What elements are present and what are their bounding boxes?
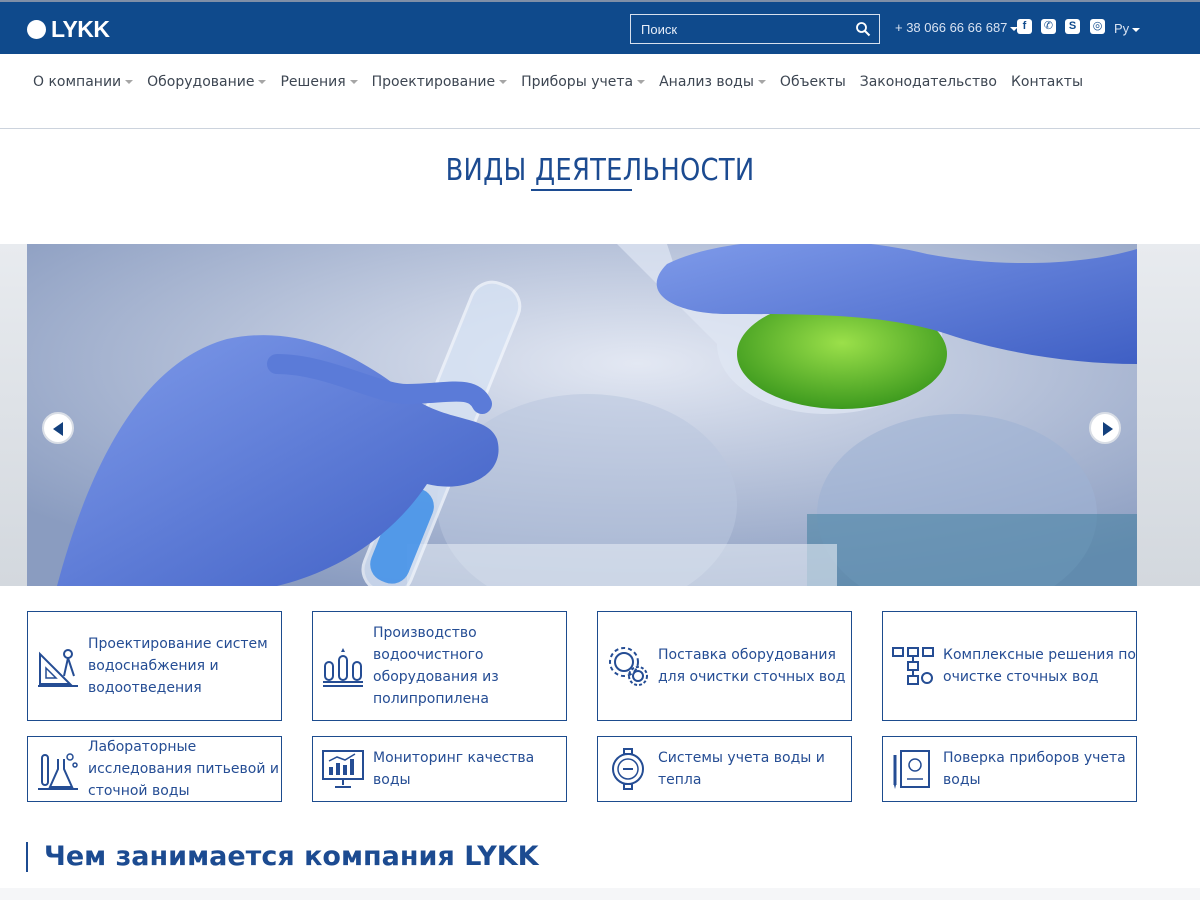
service-card[interactable]: Производство водоочистного оборудования … [312,611,567,721]
hero-slider-image [27,244,1137,586]
main-nav: О компании Оборудование Решения Проектир… [33,74,1097,90]
nav-item-label: Решения [280,74,346,90]
slider-prev-peek [0,244,27,586]
phone-dropdown[interactable]: + 38 066 66 66 687 [895,20,1019,35]
flowchart-icon [892,647,934,685]
search-icon[interactable] [855,21,871,37]
language-label: Ру [1114,21,1130,36]
nav-item-equipment[interactable]: Оборудование [147,74,267,90]
service-card-label: Мониторинг качества воды [373,750,535,788]
chevron-down-icon [637,80,646,84]
lab-flask-icon [38,753,78,790]
slider-next-peek [1137,244,1200,586]
nav-item-solutions[interactable]: Решения [280,74,358,90]
gears-icon [609,647,648,686]
nav-item-label: Объекты [779,74,846,90]
service-card[interactable]: Поверка приборов учета воды [882,736,1137,802]
logo[interactable]: LYKK [27,16,110,43]
service-card-label: Поставка оборудования для очистки сточны… [658,647,846,685]
nav-item-label: О компании [33,74,122,90]
service-card-label: Лабораторные исследования питьевой и сто… [88,739,279,799]
next-section-preview [0,888,1200,900]
monitor-chart-icon [322,750,364,788]
service-card[interactable]: Поставка оборудования для очистки сточны… [597,611,852,721]
nav-item-label: Контакты [1010,74,1084,90]
viber-icon[interactable]: ✆ [1041,19,1056,34]
skype-icon[interactable]: S [1065,19,1080,34]
nav-item-objects[interactable]: Объекты [780,74,846,90]
service-card-label: Системы учета воды и тепла [658,750,825,788]
nav-item-contacts[interactable]: Контакты [1011,74,1083,90]
top-bar: LYKK + 38 066 66 66 687 f ✆ S ◎ Ру [0,0,1200,54]
facebook-icon[interactable]: f [1017,19,1032,34]
nav-item-meters[interactable]: Приборы учета [521,74,646,90]
service-card-label: Комплексные решения по очистке сточных в… [943,647,1136,685]
chevron-down-icon [499,80,508,84]
service-card[interactable]: Проектирование систем водоснабжения и во… [27,611,282,721]
chevron-down-icon [757,80,766,84]
nav-item-label: Проектирование [371,74,496,90]
page-title: ВИДЫ ДЕЯТЕЛЬНОСТИ [445,153,755,188]
logo-text: LYKK [51,16,110,42]
service-card-label: Производство водоочистного оборудования … [373,625,499,707]
title-underline [531,189,632,191]
nav-divider [0,128,1200,129]
nav-item-label: Законодательство [859,74,997,90]
search-box [630,14,880,44]
nav-item-label: Приборы учета [521,74,634,90]
search-input[interactable] [631,15,841,43]
drafting-tools-icon [38,649,78,687]
nav-item-about[interactable]: О компании [33,74,134,90]
chevron-down-icon [258,80,267,84]
water-meter-icon [612,748,644,790]
chevron-down-icon [349,80,358,84]
chevron-down-icon [1132,27,1141,32]
slider-prev-button[interactable] [42,412,74,444]
service-card-label: Поверка приборов учета воды [943,750,1126,788]
nav-item-water-analysis[interactable]: Анализ воды [659,74,766,90]
tanks-icon [323,648,363,687]
section-heading: Чем занимается компания LYKK [26,842,539,872]
document-pen-icon [893,750,930,789]
slider-next-button[interactable] [1089,412,1121,444]
service-card[interactable]: Системы учета воды и тепла [597,736,852,802]
service-card[interactable]: Лабораторные исследования питьевой и сто… [27,736,282,802]
service-card[interactable]: Мониторинг качества воды [312,736,567,802]
logo-dot-icon [27,20,46,39]
instagram-icon[interactable]: ◎ [1090,19,1105,34]
phone-number: + 38 066 66 66 687 [895,20,1008,35]
service-card[interactable]: Комплексные решения по очистке сточных в… [882,611,1137,721]
lab-scene-illustration [27,244,1137,586]
nav-item-design[interactable]: Проектирование [371,74,508,90]
nav-item-label: Оборудование [147,74,255,90]
chevron-down-icon [125,80,134,84]
language-dropdown[interactable]: Ру [1114,21,1141,36]
nav-item-label: Анализ воды [659,74,754,90]
service-card-label: Проектирование систем водоснабжения и во… [88,636,268,696]
nav-item-legislation[interactable]: Законодательство [860,74,997,90]
